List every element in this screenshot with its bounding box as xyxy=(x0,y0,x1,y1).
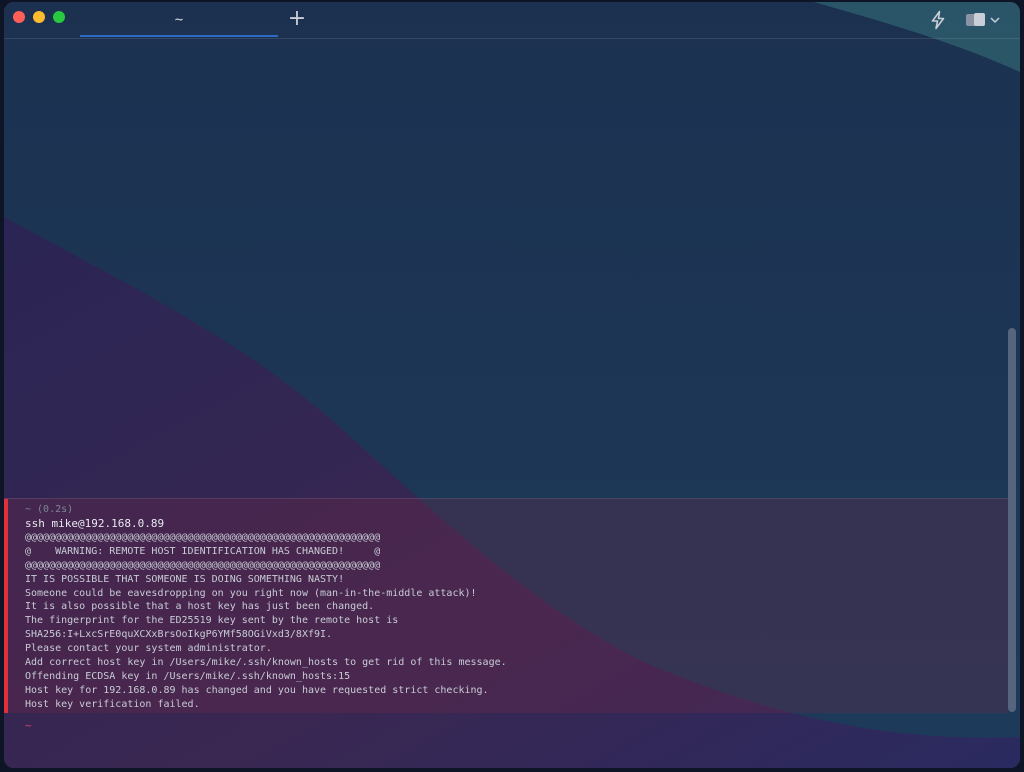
error-indicator-bar xyxy=(4,499,8,713)
tab-title: ~ xyxy=(174,12,184,28)
output-line: Please contact your system administrator… xyxy=(25,643,272,655)
output-line: @@@@@@@@@@@@@@@@@@@@@@@@@@@@@@@@@@@@@@@@… xyxy=(25,532,381,543)
minimize-traffic-light-icon[interactable] xyxy=(33,11,45,23)
command-block-error[interactable]: ~ (0.2s) ssh mike@192.168.0.89 @@@@@@@@@… xyxy=(4,498,1008,713)
block-directory-duration: ~ (0.2s) xyxy=(25,504,74,515)
output-line: @ WARNING: REMOTE HOST IDENTIFICATION HA… xyxy=(25,545,381,557)
terminal-window: ~ + ~ (0.2s) ssh mike@192.168.0.89 @@@@@… xyxy=(4,2,1020,768)
output-line: The fingerprint for the ED25519 key sent… xyxy=(25,615,399,627)
block-output: @@@@@@@@@@@@@@@@@@@@@@@@@@@@@@@@@@@@@@@@… xyxy=(25,531,1005,712)
output-line: Add correct host key in /Users/mike/.ssh… xyxy=(25,657,507,669)
tab-home[interactable]: ~ xyxy=(80,2,278,37)
output-line: IT IS POSSIBLE THAT SOMEONE IS DOING SOM… xyxy=(25,573,345,585)
title-bar: ~ + xyxy=(4,2,1020,39)
close-traffic-light-icon[interactable] xyxy=(13,11,25,23)
panes-menu-button[interactable] xyxy=(964,10,1004,30)
lightning-bolt-icon xyxy=(931,10,945,30)
input-prompt[interactable]: ~ xyxy=(25,719,32,732)
scrollbar-thumb[interactable] xyxy=(1008,328,1016,712)
block-command: ssh mike@192.168.0.89 xyxy=(25,517,165,530)
output-line: Someone could be eavesdropping on you ri… xyxy=(25,587,477,599)
ai-command-button[interactable] xyxy=(929,10,947,30)
split-panes-icon xyxy=(966,13,1000,26)
output-line: Offending ECDSA key in /Users/mike/.ssh/… xyxy=(25,670,351,682)
active-tab-indicator xyxy=(80,35,278,37)
output-line: SHA256:I+LxcSrE0quXCXxBrsOoIkgP6YMf58OGi… xyxy=(25,629,333,641)
output-line: It is also possible that a host key has … xyxy=(25,601,375,613)
output-line: Host key verification failed. xyxy=(25,698,200,710)
output-line: Host key for 192.168.0.89 has changed an… xyxy=(25,684,489,696)
zoom-traffic-light-icon[interactable] xyxy=(53,11,65,23)
plus-icon: + xyxy=(287,6,307,31)
output-line: @@@@@@@@@@@@@@@@@@@@@@@@@@@@@@@@@@@@@@@@… xyxy=(25,559,381,571)
new-tab-button[interactable]: + xyxy=(286,5,308,33)
